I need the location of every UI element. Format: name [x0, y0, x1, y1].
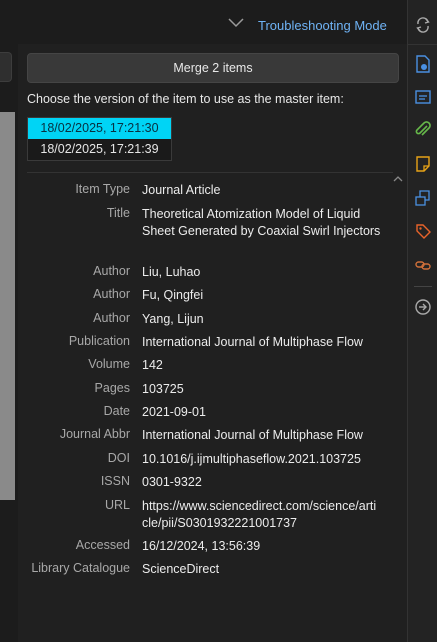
- field-value[interactable]: 103725: [142, 381, 382, 398]
- field-label: Author: [93, 264, 130, 278]
- field-label: Author: [93, 287, 130, 301]
- merge-items-button[interactable]: Merge 2 items: [27, 53, 399, 83]
- field-value[interactable]: ScienceDirect: [142, 561, 382, 578]
- field-label: Author: [93, 311, 130, 325]
- field-value[interactable]: International Journal of Multiphase Flow: [142, 427, 382, 444]
- libraries-collections-icon[interactable]: [415, 188, 431, 206]
- field-value[interactable]: Journal Article: [142, 182, 382, 199]
- field-value[interactable]: 142: [142, 357, 382, 374]
- field-label: Library Catalogue: [31, 561, 130, 575]
- field-label: Journal Abbr: [59, 427, 130, 441]
- collapse-chevron-up-icon[interactable]: [393, 175, 403, 182]
- field-label: ISSN: [100, 474, 130, 488]
- sync-icon[interactable]: [415, 16, 431, 34]
- locate-icon[interactable]: [415, 298, 431, 316]
- field-value[interactable]: 2021-09-01: [142, 404, 382, 421]
- notes-icon[interactable]: [415, 155, 431, 173]
- item-pane-sidenav: [407, 0, 437, 642]
- field-label: Date: [103, 404, 130, 418]
- choose-master-label: Choose the version of the item to use as…: [27, 92, 344, 106]
- field-value[interactable]: Theoretical Atomization Model of Liquid …: [142, 206, 382, 240]
- field-value[interactable]: International Journal of Multiphase Flow: [142, 334, 382, 351]
- version-list[interactable]: 18/02/2025, 17:21:30 18/02/2025, 17:21:3…: [27, 117, 172, 161]
- field-value[interactable]: 10.1016/j.ijmultiphaseflow.2021.103725: [142, 451, 382, 468]
- info-icon[interactable]: [415, 55, 431, 73]
- version-option[interactable]: 18/02/2025, 17:21:39: [28, 139, 171, 160]
- attachments-icon[interactable]: [415, 121, 431, 139]
- version-option-selected[interactable]: 18/02/2025, 17:21:30: [28, 118, 171, 139]
- troubleshooting-mode-label[interactable]: Troubleshooting Mode: [258, 18, 387, 33]
- field-value[interactable]: Liu, Luhao: [142, 264, 382, 281]
- divider: [27, 172, 393, 173]
- field-value[interactable]: Fu, Qingfei: [142, 287, 382, 304]
- related-icon[interactable]: [415, 256, 431, 274]
- merge-pane: Merge 2 items Choose the version of the …: [18, 44, 407, 642]
- field-value[interactable]: Yang, Lijun: [142, 311, 382, 328]
- field-label: Title: [106, 206, 130, 220]
- tags-icon[interactable]: [415, 222, 431, 240]
- items-pane-scrollbar[interactable]: [0, 112, 15, 500]
- field-value[interactable]: 16/12/2024, 13:56:39: [142, 538, 382, 555]
- field-value[interactable]: 0301-9322: [142, 474, 382, 491]
- items-pane-toolbar-box: [0, 52, 12, 82]
- items-pane: [0, 44, 19, 642]
- field-label: Item Type: [75, 182, 130, 196]
- field-value[interactable]: https://www.sciencedirect.com/science/ar…: [142, 498, 382, 532]
- field-label: URL: [104, 498, 130, 512]
- field-label: Volume: [88, 357, 130, 371]
- field-label: Publication: [68, 334, 130, 348]
- field-label: Accessed: [75, 538, 130, 552]
- field-label: Pages: [94, 381, 130, 395]
- chevron-down-icon[interactable]: [228, 18, 244, 28]
- field-label: DOI: [107, 451, 130, 465]
- top-bar: Troubleshooting Mode: [0, 0, 407, 45]
- abstract-icon[interactable]: [415, 88, 431, 106]
